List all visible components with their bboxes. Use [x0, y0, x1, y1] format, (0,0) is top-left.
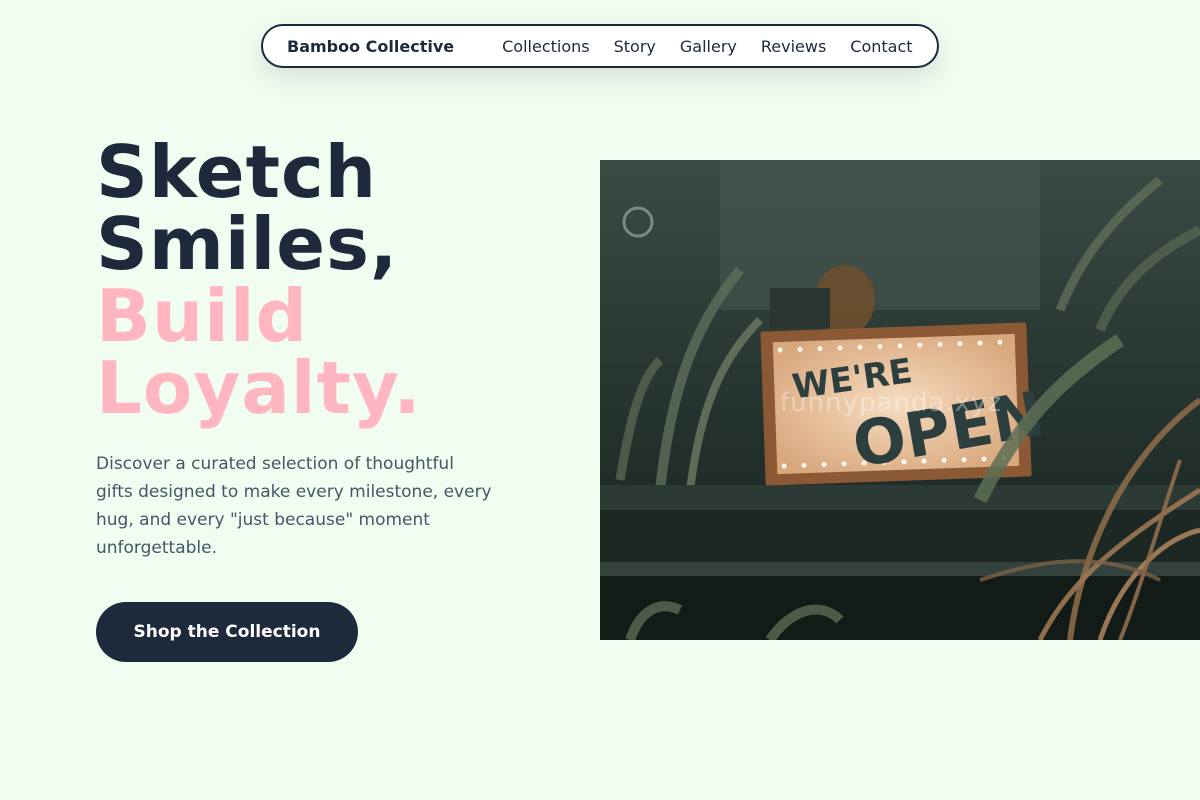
- headline-line-1: Sketch: [96, 130, 377, 214]
- shop-collection-button[interactable]: Shop the Collection: [96, 602, 358, 662]
- nav-link-contact[interactable]: Contact: [850, 37, 912, 56]
- headline-line-3: Build: [96, 274, 309, 358]
- headline-line-2: Smiles,: [96, 202, 399, 286]
- nav-link-collections[interactable]: Collections: [502, 37, 589, 56]
- hero-description: Discover a curated selection of thoughtf…: [96, 454, 492, 558]
- top-nav: Bamboo Collective Collections Story Gall…: [261, 24, 939, 68]
- hero-image: WE'RE OPEN funnypanda.xyz: [600, 160, 1200, 640]
- nav-link-reviews[interactable]: Reviews: [761, 37, 826, 56]
- nav-link-story[interactable]: Story: [614, 37, 656, 56]
- nav-link-gallery[interactable]: Gallery: [680, 37, 737, 56]
- hero-headline: Sketch Smiles, Build Loyalty.: [96, 136, 422, 424]
- brand-logo[interactable]: Bamboo Collective: [287, 37, 454, 56]
- headline-line-4: Loyalty.: [96, 346, 422, 430]
- nav-links: Collections Story Gallery Reviews Contac…: [502, 37, 912, 56]
- watermark-text: funnypanda.xyz: [780, 388, 1003, 418]
